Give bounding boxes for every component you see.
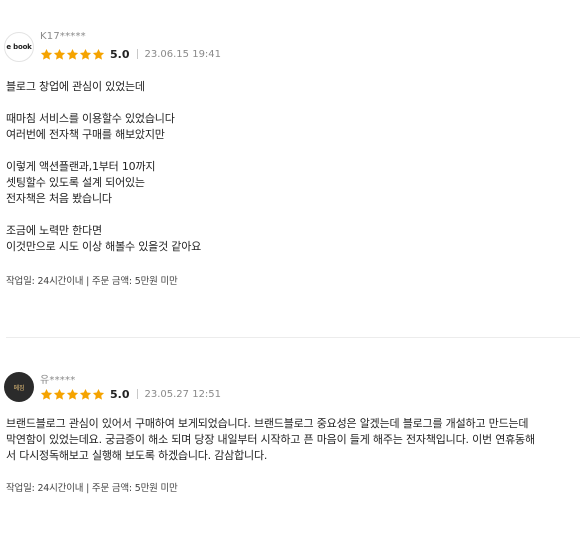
star-icon (66, 48, 79, 60)
review-line: 이렇게 액션플랜과,1부터 10까지 (6, 160, 156, 173)
rating-row: 5.0 23.05.27 12:51 (40, 386, 221, 402)
separator (136, 49, 138, 59)
star-icon (53, 388, 66, 400)
rating-score: 5.0 (110, 387, 130, 401)
review-text: 브랜드블로그 관심이 있어서 구매하여 보게되었습니다. 브랜드블로그 중요성은… (6, 416, 578, 464)
star-icon (66, 388, 79, 400)
review-line: 이것만으로 시도 이상 해볼수 있을것 같아요 (6, 240, 202, 253)
review-line: 셋팅할수 있도록 설계 되어있는 (6, 176, 145, 189)
star-icon (79, 48, 92, 60)
review-item: e book K17***** 5.0 23.06.15 19:41 블로그 창… (0, 30, 580, 287)
star-icon (79, 388, 92, 400)
review-paragraph: 이렇게 액션플랜과,1부터 10까지 셋팅할수 있도록 설계 되어있는 전자책은… (6, 159, 580, 207)
work-meta: 작업일: 24시간이내 | 주문 금액: 5만원 미만 (6, 276, 178, 287)
review-line: 블로그 창업에 관심이 있었는데 (6, 80, 145, 93)
review-line: 조금에 노력만 한다면 (6, 224, 102, 237)
star-icon (40, 388, 53, 400)
review-item: 메짐 유***** 5.0 23.05.27 12:51 브랜드블로그 관심이 … (0, 370, 580, 494)
review-line: 여러번에 전자책 구매를 해보았지만 (6, 128, 165, 141)
review-header: e book K17***** 5.0 23.06.15 19:41 (0, 30, 580, 64)
star-rating (40, 388, 105, 401)
avatar: 메짐 (4, 372, 34, 402)
review-text: 블로그 창업에 관심이 있었는데 때마침 서비스를 이용할수 있었습니다 여러번… (6, 79, 580, 255)
star-icon (92, 388, 105, 400)
review-paragraph: 때마침 서비스를 이용할수 있었습니다 여러번에 전자책 구매를 해보았지만 (6, 111, 580, 143)
star-rating (40, 48, 105, 61)
star-icon (53, 48, 66, 60)
review-line: 막연함이 있었는데요. 궁금증이 해소 되며 당장 내일부터 시작하고 픈 마음… (6, 433, 535, 446)
review-line: 전자책은 처음 봤습니다 (6, 192, 112, 205)
reviewer-name: 유***** (40, 375, 76, 386)
review-paragraph: 조금에 노력만 한다면 이것만으로 시도 이상 해볼수 있을것 같아요 (6, 223, 580, 255)
star-icon (92, 48, 105, 60)
review-line: 때마침 서비스를 이용할수 있었습니다 (6, 112, 175, 125)
reviewer-name: K17***** (40, 31, 86, 42)
avatar: e book (4, 32, 34, 62)
review-date: 23.05.27 12:51 (144, 388, 222, 400)
review-date: 23.06.15 19:41 (144, 48, 222, 60)
review-line: 브랜드블로그 관심이 있어서 구매하여 보게되었습니다. 브랜드블로그 중요성은… (6, 417, 529, 430)
star-icon (40, 48, 53, 60)
separator (136, 389, 138, 399)
work-meta: 작업일: 24시간이내 | 주문 금액: 5만원 미만 (6, 483, 178, 494)
divider (6, 337, 580, 338)
rating-row: 5.0 23.06.15 19:41 (40, 46, 221, 62)
review-paragraph: 블로그 창업에 관심이 있었는데 (6, 79, 580, 95)
review-line: 서 다시정독해보고 실행해 보도록 하겠습니다. 감삼합니다. (6, 449, 268, 462)
rating-score: 5.0 (110, 47, 130, 61)
review-header: 메짐 유***** 5.0 23.05.27 12:51 (0, 370, 580, 404)
